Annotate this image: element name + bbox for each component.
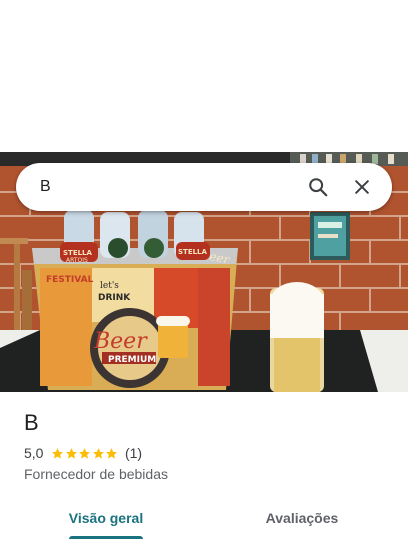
svg-text:Beer: Beer bbox=[93, 329, 148, 354]
star-icon bbox=[106, 447, 118, 459]
svg-text:STELLA: STELLA bbox=[63, 249, 93, 257]
place-info-panel: B 5,0 (1) Fornecedor de bebidas Visão ge… bbox=[0, 392, 408, 544]
place-tabs: Visão geral Avaliações bbox=[0, 496, 408, 540]
star-icon bbox=[93, 447, 104, 459]
place-category: Fornecedor de bebidas bbox=[24, 466, 168, 482]
svg-text:STELLA: STELLA bbox=[178, 248, 208, 256]
star-icon bbox=[79, 447, 91, 459]
search-icon bbox=[309, 178, 328, 197]
search-input[interactable]: B bbox=[40, 178, 290, 196]
rating-value: 5,0 bbox=[24, 445, 44, 461]
tab-overview[interactable]: Visão geral bbox=[64, 496, 148, 540]
star-icon bbox=[66, 447, 77, 459]
svg-text:DRINK: DRINK bbox=[98, 293, 131, 303]
search-button[interactable] bbox=[302, 171, 334, 203]
clear-search-button[interactable] bbox=[346, 171, 378, 203]
svg-text:let's: let's bbox=[100, 281, 119, 291]
close-icon bbox=[355, 180, 369, 194]
rating-row[interactable]: 5,0 (1) bbox=[24, 444, 142, 462]
svg-text:ARTOIS: ARTOIS bbox=[66, 257, 88, 264]
search-bar[interactable]: B bbox=[16, 163, 392, 211]
star-icon bbox=[52, 447, 64, 459]
place-screen: Beer PREMIUM FESTIVAL let's DRINK Beer S… bbox=[0, 0, 408, 544]
svg-text:FESTIVAL: FESTIVAL bbox=[46, 275, 94, 285]
active-tab-indicator bbox=[69, 536, 143, 539]
place-name: B bbox=[24, 410, 39, 435]
review-count: (1) bbox=[124, 445, 143, 461]
tab-reviews[interactable]: Avaliações bbox=[258, 496, 346, 540]
svg-text:PREMIUM: PREMIUM bbox=[108, 355, 156, 365]
rating-stars bbox=[51, 447, 119, 460]
